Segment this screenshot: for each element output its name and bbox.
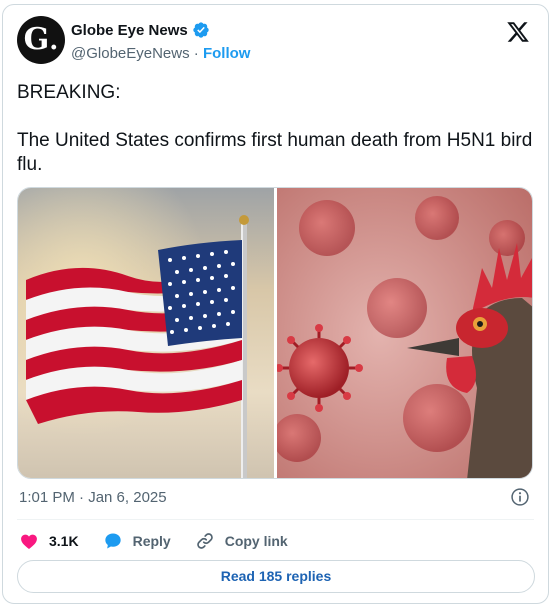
handle[interactable]: @GlobeEyeNews (71, 45, 190, 62)
media-grid[interactable] (17, 187, 533, 479)
heart-icon (21, 534, 37, 549)
display-name[interactable]: Globe Eye News (71, 22, 188, 39)
like-button[interactable]: 3.1K (19, 531, 79, 551)
author-name-row: Globe Eye News (71, 21, 210, 39)
timestamp[interactable]: 1:01 PM · Jan 6, 2025 (19, 489, 167, 506)
divider (17, 519, 534, 520)
link-icon (196, 533, 213, 549)
like-count: 3.1K (49, 533, 79, 549)
tweet-text: BREAKING: The United States confirms fir… (17, 82, 533, 175)
read-replies-button[interactable]: Read 185 replies (17, 560, 535, 593)
x-logo-icon[interactable] (506, 20, 530, 44)
reply-label: Reply (132, 533, 171, 549)
reply-bubble-icon (104, 533, 121, 549)
follow-button[interactable]: Follow (203, 45, 251, 62)
info-icon[interactable] (510, 487, 530, 507)
copy-link-button[interactable]: Copy link (195, 531, 288, 551)
copy-link-label: Copy link (224, 533, 288, 549)
separator: · (193, 45, 199, 62)
handle-row: @GlobeEyeNews · Follow (71, 45, 250, 62)
us-flag-image[interactable] (18, 188, 274, 478)
avatar-letter: G (23, 22, 50, 57)
verified-badge-icon (193, 22, 209, 38)
avatar[interactable]: G. (17, 16, 65, 64)
rooster-virus-image[interactable] (277, 188, 532, 478)
reply-button[interactable]: Reply (103, 531, 171, 551)
tweet-card: G. Globe Eye News @GlobeEyeNews · Follow… (2, 4, 549, 604)
action-bar: 3.1K Reply Copy link (19, 529, 312, 553)
